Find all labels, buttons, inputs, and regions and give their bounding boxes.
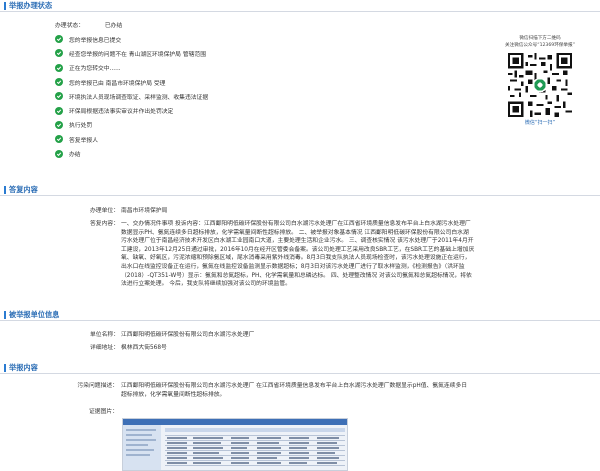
step-text: 您的举报已由 南昌市环境保护局 受理 — [69, 80, 166, 87]
reply-unit-row: 办理单位： 南昌市环境保护局 — [26, 207, 586, 216]
step-text: 环保局根据违法事实审议并作出处罚决定 — [69, 109, 174, 116]
reply-content: 一、交办情况件事项 投诉内容：江西鄱阳明低碳环保股份有限公司白水湖污水处理厂在江… — [121, 220, 591, 289]
unit-addr-value: 枫林西大街568号 — [121, 345, 167, 351]
step-item: 经查您举报的问题不在 青山湖区环境保护局 管辖范围 — [55, 46, 208, 60]
step-text: 答复举报人 — [69, 137, 98, 144]
check-icon — [55, 35, 63, 44]
unit-name-row: 单位名称： 江西鄱阳明低碳环保股份有限公司白水湖污水处理厂 — [26, 331, 586, 340]
qr-code — [508, 53, 572, 117]
check-icon — [55, 78, 63, 87]
section-bar — [4, 186, 6, 194]
reply-line: 工建设，2013年12月25日通过审批，2016年10月在经开区管委会备案。该公… — [121, 246, 475, 253]
status-line: 办理状态： 已办结 — [55, 20, 122, 29]
reply-line: 数据显示PH、氨氮连续多日超标排放，化学需氧量间断性超标排放。 二、被举报对象基… — [121, 229, 469, 236]
report-line: 超标排放，化学需氧量间断性超标排放。 — [121, 391, 226, 398]
section-header-reply: 答复内容 — [0, 185, 600, 196]
progress-steps: 您的举报信息已提交 经查您举报的问题不在 青山湖区环境保护局 管辖范围 正在为您… — [55, 32, 208, 161]
check-icon — [55, 106, 63, 115]
report-problem: 江西鄱阳明低碳环保股份有限公司白水湖污水处理厂 在江西省环境质量信息发布平台上白… — [121, 382, 591, 399]
reply-line: 法进行立案处理。 今后，我支队将继续加强对该公司的环境监管。 — [121, 281, 291, 288]
section-title: 举报办理状态 — [9, 1, 53, 10]
step-item: 您的举报信息已提交 — [55, 32, 208, 46]
step-item: 环境执法人员现场调查取证、采样监测、收集违法证据 — [55, 89, 208, 103]
check-icon — [55, 49, 63, 58]
section-bar — [4, 2, 6, 10]
step-text: 办结 — [69, 152, 81, 159]
step-item: 答复举报人 — [55, 132, 208, 146]
section-title: 答复内容 — [9, 185, 38, 194]
qr-panel: 微信扫描下方二维码 关注微信公众号“12369环保举报” 微信“扫一扫” — [490, 36, 590, 126]
reply-line: 出水口在线监控设备正在运行，氨氮在线监控设备监测显示数据超标；8月3日对该污水处… — [121, 263, 465, 270]
step-item: 正在为您转交中...... — [55, 61, 208, 75]
qr-bottom-caption: 微信“扫一扫” — [524, 120, 556, 126]
report-evidence-label-row: 证据图片： — [20, 408, 120, 417]
step-text: 经查您举报的问题不在 青山湖区环境保护局 管辖范围 — [69, 51, 207, 58]
section-bar — [4, 364, 6, 372]
check-icon — [55, 120, 63, 129]
reply-unit-value: 南昌市环境保护局 — [121, 208, 168, 214]
reply-line: 一、交办情况件事项 投诉内容：江西鄱阳明低碳环保股份有限公司白水湖污水处理厂在江… — [121, 221, 471, 227]
section-title: 被举报单位信息 — [9, 310, 60, 319]
unit-addr-row: 详细地址： 枫林西大街568号 — [26, 344, 586, 353]
section-bar — [4, 311, 6, 319]
section-header-unit: 被举报单位信息 — [0, 310, 600, 321]
reply-unit-label: 办理单位： — [90, 208, 119, 214]
reply-content-label: 答复内容： — [90, 221, 119, 227]
unit-name-label: 单位名称： — [90, 332, 119, 338]
section-header-report: 举报内容 — [0, 363, 600, 374]
status-label: 办理状态： — [55, 23, 84, 29]
report-problem-label: 污染问题描述： — [77, 383, 118, 389]
reply-line: 氧、缺氧、好氧区，污泥浓缩和预除氨区域，尾水消毒采用紫外线消毒。8月3日我支队执… — [121, 255, 471, 262]
status-value: 已办结 — [104, 23, 123, 29]
section-header-status: 举报办理状态 — [0, 1, 600, 12]
check-icon — [55, 135, 63, 144]
unit-addr-label: 详细地址： — [90, 345, 119, 351]
step-text: 正在为您转交中...... — [69, 66, 121, 73]
step-item: 您的举报已由 南昌市环境保护局 受理 — [55, 75, 208, 89]
report-line: 江西鄱阳明低碳环保股份有限公司白水湖污水处理厂 在江西省环境质量信息发布平台上白… — [121, 383, 468, 389]
check-icon — [55, 63, 63, 72]
unit-name-value: 江西鄱阳明低碳环保股份有限公司白水湖污水处理厂 — [121, 332, 255, 338]
step-text: 环境执法人员现场调查取证、采样监测、收集违法证据 — [69, 94, 209, 101]
report-problem-label-row: 污染问题描述： — [20, 382, 120, 391]
qr-caption-line2: 关注微信公众号“12369环保举报” — [505, 42, 575, 48]
reply-line: （2018）-QT351-W号）显示：氨氮和总氮超标，PH、化学需氧量和总磷达标… — [121, 272, 472, 279]
report-evidence-label: 证据图片： — [89, 409, 118, 415]
step-item: 执行处罚 — [55, 118, 208, 132]
reply-line: 污水处理厂位于南昌经济技术开发区白水湖工业园南口大道，主要处理生活和企业污水。 … — [121, 238, 474, 245]
step-item: 办结 — [55, 146, 208, 160]
step-item: 环保局根据违法事实审议并作出处罚决定 — [55, 103, 208, 117]
section-title: 举报内容 — [9, 363, 38, 372]
step-text: 执行处罚 — [69, 123, 93, 130]
check-icon — [55, 149, 63, 158]
check-icon — [55, 92, 63, 101]
step-text: 您的举报信息已提交 — [69, 37, 122, 44]
evidence-image-thumbnail[interactable] — [122, 418, 348, 471]
